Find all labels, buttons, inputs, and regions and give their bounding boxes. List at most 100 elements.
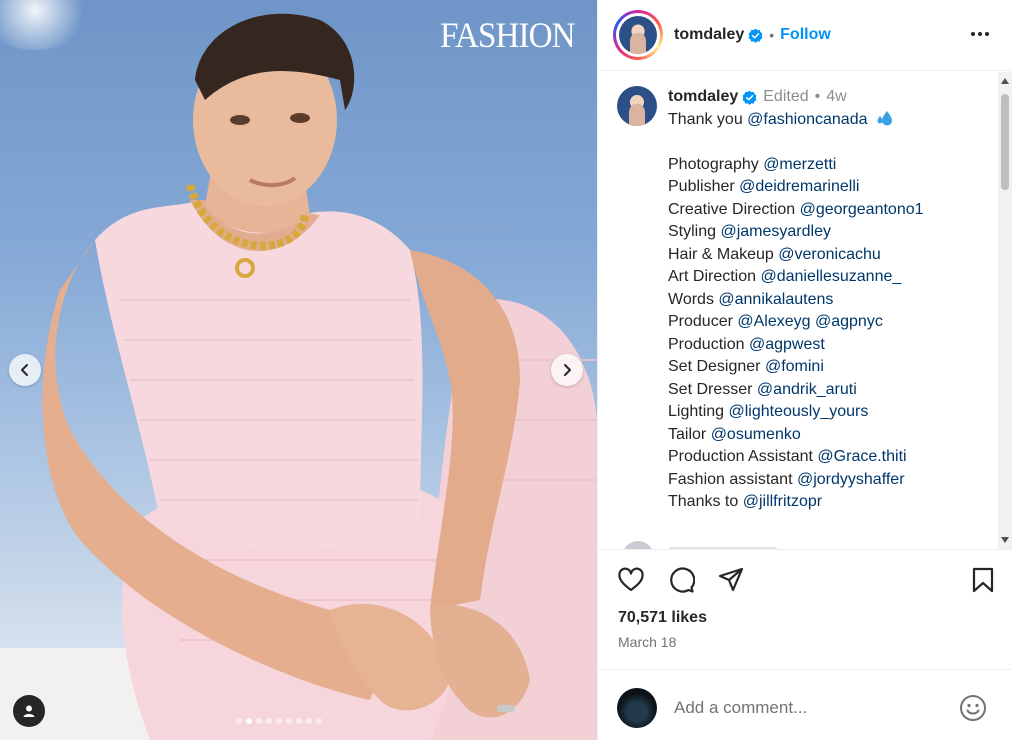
mention-link[interactable]: @jordyyshaffer bbox=[797, 471, 905, 488]
credit-role: Hair & Makeup bbox=[668, 245, 774, 263]
action-bar: 70,571 likes March 18 bbox=[598, 549, 1012, 669]
mention-link[interactable]: @jillfritzopr bbox=[743, 493, 822, 510]
carousel-dot bbox=[256, 718, 262, 724]
separator-dot: • bbox=[769, 27, 775, 43]
credit-line: Styling @jamesyardley bbox=[668, 221, 924, 244]
tagged-users-button[interactable] bbox=[13, 695, 45, 727]
verified-badge-icon bbox=[742, 90, 757, 105]
mention-link[interactable]: @fashioncanada bbox=[747, 111, 867, 128]
bookmark-icon[interactable] bbox=[969, 566, 997, 594]
credit-role: Words bbox=[668, 290, 714, 308]
next-photo-button[interactable] bbox=[551, 354, 583, 386]
credit-line: Thanks to @jillfritzopr bbox=[668, 491, 924, 514]
credit-line: Set Dresser @andrik_aruti bbox=[668, 379, 924, 402]
carousel-dot bbox=[266, 718, 272, 724]
caption-avatar[interactable] bbox=[617, 86, 657, 126]
verified-badge-icon bbox=[748, 28, 763, 43]
mention-link[interactable]: @lighteously_yours bbox=[729, 403, 869, 420]
credit-role: Production bbox=[668, 335, 745, 353]
mention-link[interactable]: @georgeantono1 bbox=[800, 201, 924, 218]
mention-link[interactable]: @Alexeyg @agpnyc bbox=[737, 313, 882, 330]
mention-link[interactable]: @fomini bbox=[765, 358, 824, 375]
credit-line: Tailor @osumenko bbox=[668, 424, 924, 447]
credit-role: Art Direction bbox=[668, 268, 757, 285]
post-date[interactable]: March 18 bbox=[618, 634, 676, 650]
scroll-up-arrow[interactable] bbox=[1001, 78, 1009, 84]
header-username[interactable]: tomdaley bbox=[674, 26, 744, 44]
edited-label: Edited bbox=[763, 88, 809, 105]
comment-input[interactable] bbox=[674, 698, 934, 718]
mention-link[interactable]: @merzetti bbox=[763, 156, 836, 173]
comment-icon[interactable] bbox=[667, 566, 695, 594]
credit-role: Tailor bbox=[668, 425, 707, 443]
heart-icon[interactable] bbox=[617, 566, 645, 594]
credit-role: Styling bbox=[668, 223, 717, 240]
credit-role: Thanks to bbox=[668, 493, 739, 510]
mention-link[interactable]: @jamesyardley bbox=[720, 223, 831, 240]
scrollbar[interactable] bbox=[998, 72, 1012, 549]
water-drops-emoji bbox=[877, 110, 892, 125]
credit-role: Photography bbox=[668, 155, 759, 173]
magazine-logo: FASHION bbox=[440, 15, 576, 55]
carousel-dot bbox=[246, 718, 252, 724]
add-comment-bar bbox=[598, 669, 1012, 740]
chevron-left-icon bbox=[21, 364, 28, 376]
credit-role: Producer bbox=[668, 313, 733, 330]
credit-role: Creative Direction bbox=[668, 200, 796, 218]
credit-line: Photography @merzetti bbox=[668, 154, 924, 177]
mention-link[interactable]: @Grace.thiti bbox=[817, 448, 906, 465]
follow-button[interactable]: Follow bbox=[780, 26, 831, 44]
credit-line: Art Direction @daniellesuzanne_ bbox=[668, 266, 924, 289]
credit-role: Publisher bbox=[668, 178, 735, 195]
mention-link[interactable]: @osumenko bbox=[711, 426, 801, 443]
comments-scroll-area[interactable]: tomdaley Edited • 4w Thank you @fashionc… bbox=[598, 72, 1012, 549]
intro-text: Thank you bbox=[668, 110, 743, 128]
story-ring[interactable] bbox=[613, 10, 663, 60]
mention-link[interactable]: @daniellesuzanne_ bbox=[760, 268, 901, 285]
caption: tomdaley Edited • 4w Thank you @fashionc… bbox=[598, 72, 1012, 514]
credit-line: Set Designer @fomini bbox=[668, 356, 924, 379]
scroll-down-arrow[interactable] bbox=[1001, 537, 1009, 543]
more-options-button[interactable] bbox=[966, 22, 994, 46]
credit-role: Lighting bbox=[668, 403, 725, 420]
credits-list: Photography @merzetti Publisher @deidrema… bbox=[668, 154, 924, 514]
credit-line: Hair & Makeup @veronicachu bbox=[668, 244, 924, 267]
caption-username[interactable]: tomdaley bbox=[668, 86, 738, 109]
share-icon[interactable] bbox=[717, 566, 745, 594]
scroll-thumb[interactable] bbox=[1001, 94, 1009, 190]
carousel-dot bbox=[296, 718, 302, 724]
avatar[interactable] bbox=[619, 16, 657, 54]
mention-link[interactable]: @annikalautens bbox=[718, 291, 833, 308]
mention-link[interactable]: @agpwest bbox=[749, 336, 825, 353]
post-media[interactable]: FASHION bbox=[0, 0, 597, 740]
credit-line: Producer @Alexeyg @agpnyc bbox=[668, 311, 924, 334]
chevron-right-icon bbox=[564, 364, 571, 376]
mention-link[interactable]: @deidremarinelli bbox=[739, 178, 859, 195]
emoji-icon[interactable] bbox=[959, 694, 987, 722]
mention-link[interactable]: @veronicachu bbox=[778, 246, 881, 263]
viewer-avatar[interactable] bbox=[617, 688, 657, 728]
mention-link[interactable]: @andrik_aruti bbox=[757, 381, 857, 398]
carousel-dot bbox=[316, 718, 322, 724]
post-details-panel: tomdaley • Follow tomdaley Edited • 4w T… bbox=[597, 0, 1012, 740]
comment-avatar[interactable] bbox=[622, 541, 654, 549]
credit-role: Production Assistant bbox=[668, 448, 813, 465]
user-tag-icon bbox=[23, 705, 35, 717]
post-age[interactable]: 4w bbox=[826, 86, 846, 109]
credit-role: Set Designer bbox=[668, 358, 761, 375]
credit-line: Publisher @deidremarinelli bbox=[668, 176, 924, 199]
credit-line: Production Assistant @Grace.thiti bbox=[668, 446, 924, 469]
credit-role: Set Dresser bbox=[668, 380, 753, 398]
previous-photo-button[interactable] bbox=[9, 354, 41, 386]
credit-line: Fashion assistant @jordyyshaffer bbox=[668, 469, 924, 492]
carousel-indicator bbox=[236, 718, 322, 724]
credit-role: Fashion assistant bbox=[668, 470, 793, 488]
carousel-dot bbox=[236, 718, 242, 724]
likes-count[interactable]: 70,571 likes bbox=[618, 609, 707, 627]
carousel-dot bbox=[276, 718, 282, 724]
credit-line: Production @agpwest bbox=[668, 334, 924, 357]
carousel-dot bbox=[286, 718, 292, 724]
more-icon bbox=[971, 32, 975, 36]
credit-line: Words @annikalautens bbox=[668, 289, 924, 312]
post-header: tomdaley • Follow bbox=[598, 0, 1012, 71]
